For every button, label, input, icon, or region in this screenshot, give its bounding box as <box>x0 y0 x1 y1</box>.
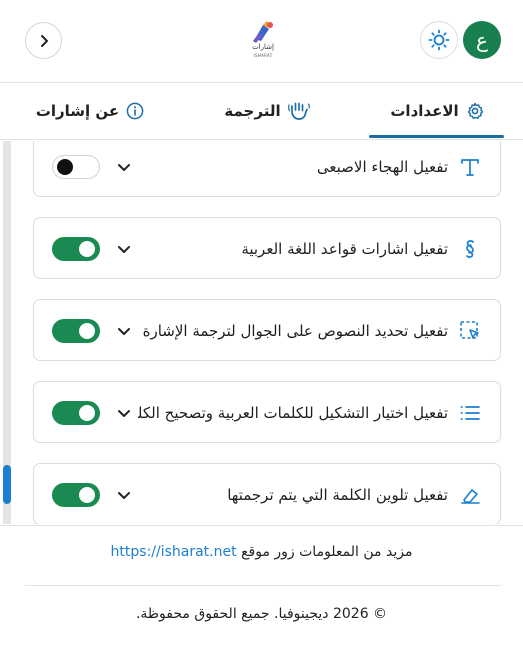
website-link[interactable]: https://isharat.net <box>111 544 237 560</box>
setting-label: تفعيل اختيار التشكيل للكلمات العربية وتص… <box>138 404 448 422</box>
text-t-icon <box>458 155 482 179</box>
settings-list: تفعيل الهجاء الاصبعى تفعيل اشارات قواعد … <box>0 141 523 524</box>
theme-toggle-button[interactable] <box>420 21 458 59</box>
expand-mobile-selection-button[interactable] <box>114 321 134 341</box>
chevron-down-icon <box>118 492 130 499</box>
toggle-knob <box>79 487 95 503</box>
logo-text: إشارات <box>252 43 274 51</box>
toggle-knob <box>79 323 95 339</box>
setting-mobile-selection: تفعيل تحديد النصوص على الجوال لترجمة الإ… <box>33 299 501 361</box>
toggle-knob <box>79 241 95 257</box>
active-tab-indicator <box>369 135 504 138</box>
word-coloring-toggle[interactable] <box>52 483 100 507</box>
expand-diacritics-button[interactable] <box>114 403 134 423</box>
gear-icon <box>467 102 483 120</box>
more-info-prefix: مزيد من المعلومات زور موقع <box>241 544 413 560</box>
setting-diacritics: تفعيل اختيار التشكيل للكلمات العربية وتص… <box>33 381 501 443</box>
list-icon <box>458 401 482 425</box>
chevron-down-icon <box>118 246 130 253</box>
setting-label: تفعيل الهجاء الاصبعى <box>316 158 448 176</box>
sun-icon <box>428 29 450 51</box>
chevron-down-icon <box>118 164 130 171</box>
tab-translation-label: الترجمة <box>224 102 281 120</box>
setting-label: تفعيل تحديد النصوص على الجوال لترجمة الإ… <box>142 322 448 340</box>
section-icon <box>458 237 482 261</box>
tab-translation[interactable]: الترجمة <box>212 83 322 139</box>
expand-word-coloring-button[interactable] <box>114 485 134 505</box>
setting-label: تفعيل اشارات قواعد اللغة العربية <box>241 240 448 258</box>
setting-word-coloring: تفعيل تلوين الكلمة التي يتم ترجمتها <box>33 463 501 524</box>
highlighter-icon <box>458 483 482 507</box>
avatar-letter: ع <box>476 28 488 52</box>
hand-icon <box>287 102 310 120</box>
tab-about-label: عن إشارات <box>35 102 120 120</box>
toggle-knob <box>57 159 73 175</box>
chevron-down-icon <box>118 410 130 417</box>
setting-fingerspelling: تفعيل الهجاء الاصبعى <box>33 141 501 197</box>
chevron-right-icon <box>40 34 48 47</box>
more-info-text: مزيد من المعلومات زور موقع https://ishar… <box>0 544 523 560</box>
select-cursor-icon <box>458 319 482 343</box>
footer-divider <box>25 585 501 586</box>
logo-subtext: ISHARAT <box>253 53 273 58</box>
expand-fingerspelling-button[interactable] <box>114 157 134 177</box>
grammar-signs-toggle[interactable] <box>52 237 100 261</box>
tab-about[interactable]: عن إشارات <box>30 83 150 139</box>
scrollbar-thumb[interactable] <box>3 465 11 504</box>
expand-grammar-signs-button[interactable] <box>114 239 134 259</box>
tab-settings[interactable]: الاعدادات <box>370 83 504 139</box>
fingerspelling-toggle[interactable] <box>52 155 100 179</box>
copyright-text: © 2026 ديجينوفيا. جميع الحقوق محفوظة. <box>135 606 388 622</box>
tab-bar: الاعدادات الترجمة عن إشارات <box>0 83 523 140</box>
footer-info: مزيد من المعلومات زور موقع https://ishar… <box>0 525 523 585</box>
app-header: إشارات ISHARAT ع <box>0 0 523 83</box>
tab-settings-label: الاعدادات <box>390 102 459 120</box>
info-icon <box>126 102 144 120</box>
mobile-selection-toggle[interactable] <box>52 319 100 343</box>
collapse-panel-button[interactable] <box>25 22 62 59</box>
avatar[interactable]: ع <box>463 21 501 59</box>
setting-label: تفعيل تلوين الكلمة التي يتم ترجمتها <box>227 486 448 504</box>
chevron-down-icon <box>118 328 130 335</box>
isharat-logo: إشارات ISHARAT <box>243 19 283 61</box>
setting-grammar-signs: تفعيل اشارات قواعد اللغة العربية <box>33 217 501 279</box>
diacritics-toggle[interactable] <box>52 401 100 425</box>
toggle-knob <box>79 405 95 421</box>
